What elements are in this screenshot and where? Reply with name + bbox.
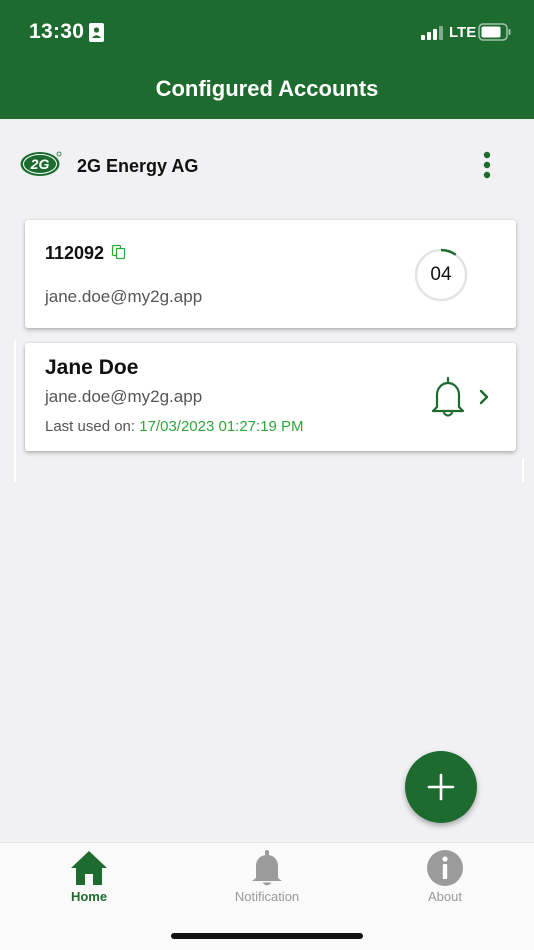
last-used-timestamp: 17/03/2023 01:27:19 PM: [139, 418, 304, 435]
account-email: jane.doe@my2g.app: [45, 287, 203, 306]
home-icon: [71, 851, 107, 885]
account-card-otp[interactable]: 112092 jane.doe@my2g.app 04: [25, 220, 516, 328]
account-email: jane.doe@my2g.app: [45, 387, 203, 406]
signal-icon: [421, 26, 443, 40]
add-account-button[interactable]: [405, 751, 477, 823]
tab-label: About: [428, 889, 462, 904]
brand-name: 2G Energy AG: [77, 156, 199, 176]
tab-label: Notification: [234, 889, 300, 904]
last-used-info: Last used on: 17/03/2023 01:27:19 PM: [45, 418, 304, 435]
copy-icon[interactable]: [111, 244, 127, 260]
brand-logo: 2G: [20, 151, 62, 176]
home-indicator: [171, 933, 363, 939]
plus-icon: [427, 773, 455, 801]
battery-icon: [478, 23, 511, 41]
scroll-edge: [522, 458, 524, 482]
brand-logo-text: 2G: [30, 156, 50, 172]
tab-about[interactable]: About: [385, 843, 505, 913]
tab-home[interactable]: Home: [29, 843, 149, 913]
bell-icon[interactable]: [428, 376, 468, 418]
chevron-right-icon[interactable]: [478, 388, 490, 406]
tab-notification[interactable]: Notification: [207, 843, 327, 913]
page-title: Configured Accounts: [155, 76, 379, 101]
account-name: Jane Doe: [45, 356, 139, 379]
bell-icon: [252, 850, 282, 886]
account-card-user[interactable]: Jane Doe jane.doe@my2g.app Last used on:…: [25, 343, 516, 451]
scroll-edge: [14, 340, 16, 482]
more-options-icon[interactable]: [478, 151, 496, 181]
app-header: 13:30 LTE Configured Accounts: [0, 0, 534, 119]
status-bar: 13:30 LTE: [0, 0, 534, 64]
account-id: 112092: [45, 243, 105, 263]
brand-row: 2G 2G Energy AG: [0, 140, 534, 190]
info-icon: [427, 850, 463, 886]
last-used-label: Last used on:: [45, 418, 136, 435]
status-time: 13:30: [29, 20, 85, 43]
network-type: LTE: [449, 24, 477, 41]
tab-label: Home: [70, 889, 108, 904]
otp-code: 04: [430, 264, 452, 285]
contact-card-icon: [89, 23, 104, 42]
